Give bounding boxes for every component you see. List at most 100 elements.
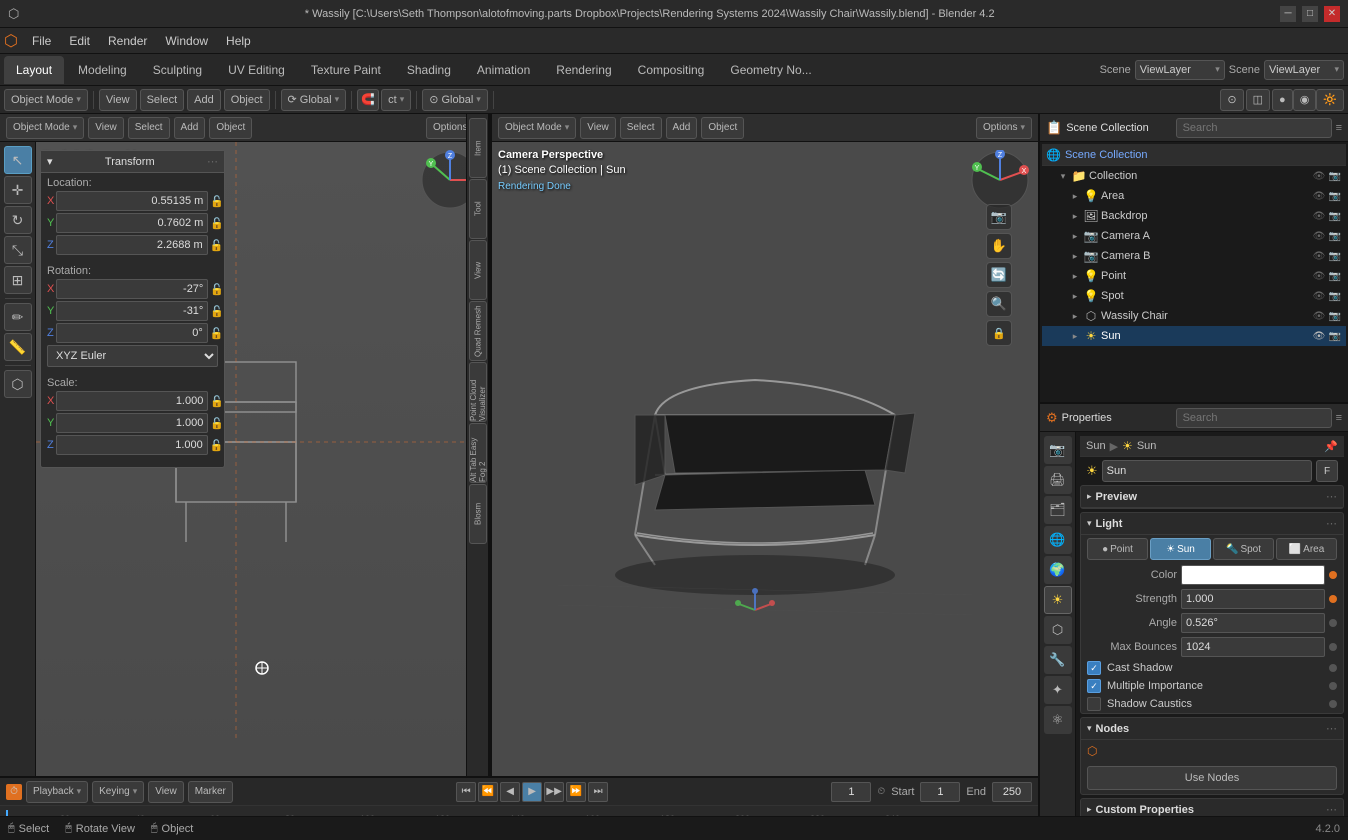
cast-shadow-checkbox[interactable]: ✓ <box>1087 661 1101 675</box>
tab-uv-editing[interactable]: UV Editing <box>216 56 297 84</box>
outliner-filter-btn[interactable]: ≡ <box>1336 122 1342 134</box>
maximize-button[interactable]: □ <box>1302 6 1318 22</box>
vp-view-menu[interactable]: View <box>88 117 124 139</box>
right-vp-select[interactable]: Select <box>620 117 662 139</box>
menu-render[interactable]: Render <box>100 32 155 50</box>
minimize-button[interactable]: ─ <box>1280 6 1296 22</box>
vp-add-menu[interactable]: Add <box>174 117 206 139</box>
side-tab-view[interactable]: View <box>469 240 487 300</box>
outliner-backdrop[interactable]: ▸ 🖼 Backdrop 👁 📷 <box>1042 206 1346 226</box>
outliner-camera-a[interactable]: ▸ 📷 Camera A 👁 📷 <box>1042 226 1346 246</box>
transform-tool[interactable]: ⊞ <box>4 266 32 294</box>
tab-geometry-nodes[interactable]: Geometry No... <box>718 56 823 84</box>
spot-light-btn[interactable]: 🔦 Spot <box>1213 538 1274 560</box>
right-vp-object[interactable]: Object <box>701 117 744 139</box>
spot-cam[interactable]: 📷 <box>1328 289 1342 303</box>
step-back-btn[interactable]: ⏪ <box>478 782 498 802</box>
end-frame-input[interactable] <box>992 782 1032 802</box>
outliner-wassily[interactable]: ▸ ⬡ Wassily Chair 👁 📷 <box>1042 306 1346 326</box>
backdrop-eye[interactable]: 👁 <box>1312 209 1326 223</box>
start-frame-input[interactable] <box>920 782 960 802</box>
play-btn[interactable]: ▶ <box>522 782 542 802</box>
tab-compositing[interactable]: Compositing <box>626 56 717 84</box>
side-tab-item[interactable]: Item <box>469 118 487 178</box>
rot-y-lock[interactable]: 🔓 <box>210 303 224 319</box>
left-viewport[interactable]: Object Mode View Select Add Object Optio… <box>0 114 490 776</box>
cameraa-cam[interactable]: 📷 <box>1328 229 1342 243</box>
object-btn[interactable]: Object <box>224 89 270 111</box>
timeline-view-menu[interactable]: View <box>148 781 184 803</box>
scale-y-lock[interactable]: 🔓 <box>210 415 224 431</box>
transform-panel-header[interactable]: ▾ Transform ⋯ <box>41 151 224 173</box>
area-cam[interactable]: 📷 <box>1328 189 1342 203</box>
light-header[interactable]: ▾ Light ⋯ <box>1081 513 1343 535</box>
scale-y-input[interactable] <box>56 413 208 433</box>
breadcrumb-pin[interactable]: 📌 <box>1324 440 1338 453</box>
orbit-btn[interactable]: 🔄 <box>986 262 1012 288</box>
world-props-btn[interactable]: 🌍 <box>1044 556 1072 584</box>
tab-shading[interactable]: Shading <box>395 56 463 84</box>
right-viewport[interactable]: Object Mode View Select Add Object Optio… <box>490 114 1038 776</box>
backdrop-cam[interactable]: 📷 <box>1328 209 1342 223</box>
side-tab-quad[interactable]: Quad Remesh <box>469 301 487 361</box>
wassily-eye[interactable]: 👁 <box>1312 309 1326 323</box>
loc-y-lock[interactable]: 🔓 <box>210 215 224 231</box>
xray-btn[interactable]: ◫ <box>1246 89 1270 111</box>
max-bounces-value[interactable]: 1024 <box>1181 637 1325 657</box>
outliner-spot[interactable]: ▸ 💡 Spot 👁 📷 <box>1042 286 1346 306</box>
sun-light-btn[interactable]: ☀ Sun <box>1150 538 1211 560</box>
zoom-btn[interactable]: 🔍 <box>986 291 1012 317</box>
jump-start-btn[interactable]: ⏮ <box>456 782 476 802</box>
scale-x-input[interactable] <box>56 391 208 411</box>
loc-z-lock[interactable]: 🔓 <box>210 237 224 253</box>
right-vp-view[interactable]: View <box>580 117 616 139</box>
menu-edit[interactable]: Edit <box>61 32 98 50</box>
playback-menu[interactable]: Playback <box>26 781 88 803</box>
area-light-btn[interactable]: ⬜ Area <box>1276 538 1337 560</box>
physics-props-btn[interactable]: ⚛ <box>1044 706 1072 734</box>
vp-select-menu[interactable]: Select <box>128 117 170 139</box>
menu-file[interactable]: File <box>24 32 59 50</box>
area-eye[interactable]: 👁 <box>1312 189 1326 203</box>
right-vp-add[interactable]: Add <box>666 117 698 139</box>
wassily-cam[interactable]: 📷 <box>1328 309 1342 323</box>
view-layer-props-btn[interactable]: 🗂 <box>1044 496 1072 524</box>
object-name-input[interactable] <box>1102 460 1312 482</box>
proportional-edit[interactable]: ⊙ Global <box>422 89 488 111</box>
props-filter-btn[interactable]: ≡ <box>1336 412 1342 424</box>
viewlayer-selector[interactable]: ViewLayer ▾ <box>1264 60 1344 80</box>
select-btn[interactable]: Select <box>140 89 185 111</box>
color-swatch[interactable] <box>1181 565 1325 585</box>
loc-x-lock[interactable]: 🔓 <box>210 193 224 209</box>
left-vp-mode[interactable]: Object Mode <box>6 117 84 139</box>
tab-modeling[interactable]: Modeling <box>66 56 139 84</box>
pan-btn[interactable]: ✋ <box>986 233 1012 259</box>
current-frame-input[interactable] <box>831 782 871 802</box>
props-search-input[interactable] <box>1176 408 1332 428</box>
rotate-tool[interactable]: ↻ <box>4 206 32 234</box>
preview-header[interactable]: ▸ Preview ⋯ <box>1081 486 1343 508</box>
rot-z-lock[interactable]: 🔓 <box>210 325 224 341</box>
measure-tool[interactable]: 📏 <box>4 333 32 361</box>
outliner-camera-b[interactable]: ▸ 📷 Camera B 👁 📷 <box>1042 246 1346 266</box>
particles-props-btn[interactable]: ✦ <box>1044 676 1072 704</box>
scene-props-btn[interactable]: 🌐 <box>1044 526 1072 554</box>
scale-z-lock[interactable]: 🔓 <box>210 437 224 453</box>
viewport-solid[interactable]: ● <box>1272 89 1293 111</box>
rot-y-input[interactable] <box>56 301 208 321</box>
mode-selector[interactable]: Object Mode <box>4 89 88 111</box>
rot-x-lock[interactable]: 🔓 <box>210 281 224 297</box>
outliner-collection[interactable]: ▾ 📁 Collection 👁 📷 <box>1042 166 1346 186</box>
outliner-area[interactable]: ▸ 💡 Area 👁 📷 <box>1042 186 1346 206</box>
tab-rendering[interactable]: Rendering <box>544 56 623 84</box>
scale-x-lock[interactable]: 🔓 <box>210 393 224 409</box>
point-cam[interactable]: 📷 <box>1328 269 1342 283</box>
axis-gizmo-right[interactable]: X Y Z <box>970 150 1030 210</box>
render-props-btn[interactable]: 📷 <box>1044 436 1072 464</box>
outliner-point[interactable]: ▸ 💡 Point 👁 📷 <box>1042 266 1346 286</box>
scene-collection-row[interactable]: 🌐 Scene Collection <box>1042 144 1346 166</box>
add-primitive-tool[interactable]: ⬡ <box>4 370 32 398</box>
cameraa-eye[interactable]: 👁 <box>1312 229 1326 243</box>
viewport-material[interactable]: ◉ <box>1293 89 1317 111</box>
keying-menu[interactable]: Keying <box>92 781 144 803</box>
